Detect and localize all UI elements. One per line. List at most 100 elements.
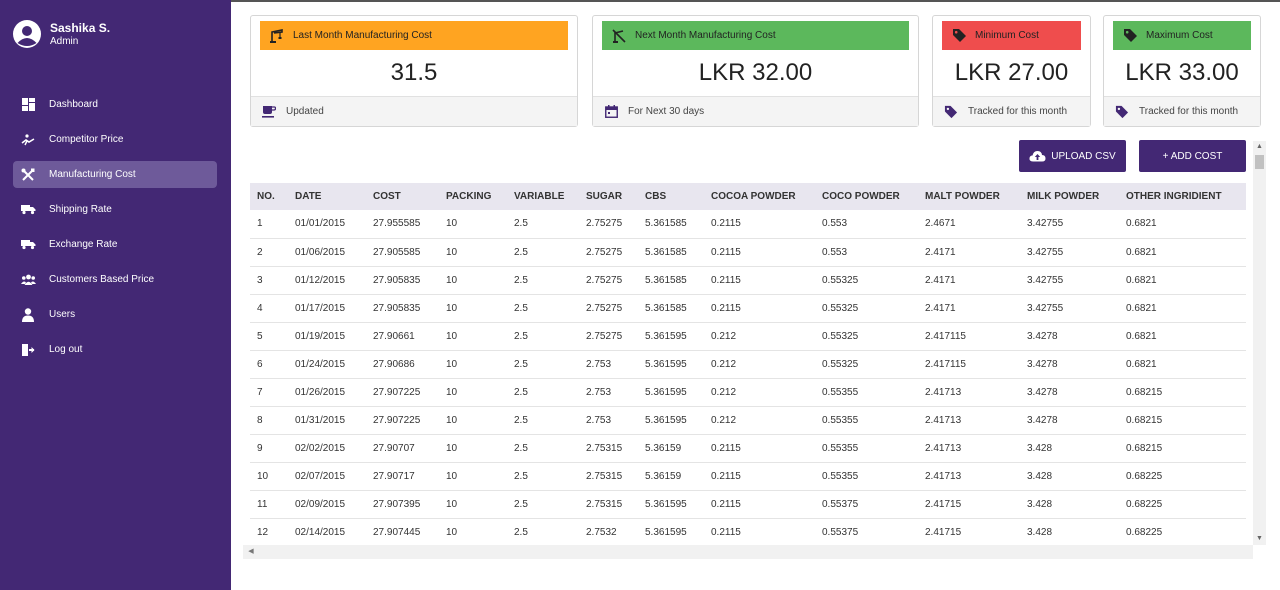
table-cell: 27.907395: [366, 490, 439, 519]
column-header[interactable]: COCOA POWDER: [704, 183, 815, 210]
column-header[interactable]: NO.: [250, 183, 288, 210]
table-cell: 27.90686: [366, 350, 439, 379]
table-row[interactable]: 12 02/14/2015 27.907445 10 2.5 2.7532 5.361595…: [250, 518, 1246, 545]
card-title: Minimum Cost: [975, 30, 1039, 41]
table-cell: 4: [250, 294, 288, 323]
sidebar-item-manufacturing-cost[interactable]: Manufacturing Cost: [13, 161, 217, 188]
table-cell: 27.905585: [366, 238, 439, 267]
table-cell: 10: [439, 378, 507, 407]
table-cell: 1: [250, 210, 288, 239]
table-cell: 0.2115: [704, 238, 815, 267]
table-row[interactable]: 4 01/17/2015 27.905835 10 2.5 2.75275 5.361585…: [250, 294, 1246, 323]
sidebar-item-shipping-rate[interactable]: Shipping Rate: [13, 196, 217, 223]
table-cell: 11: [250, 490, 288, 519]
table-cell: 3.42755: [1020, 238, 1119, 267]
card-header: Last Month Manufacturing Cost: [260, 21, 568, 50]
table-cell: 2.41713: [918, 378, 1020, 407]
cloud-upload-icon: [1029, 150, 1046, 162]
column-header[interactable]: COST: [366, 183, 439, 210]
table-cell: 2.5: [507, 462, 579, 491]
sidebar-item-dashboard[interactable]: Dashboard: [13, 91, 217, 118]
column-header[interactable]: DATE: [288, 183, 366, 210]
sidebar-item-label: Competitor Price: [49, 134, 124, 145]
add-cost-button[interactable]: + ADD COST: [1139, 140, 1246, 172]
user-role: Admin: [50, 35, 79, 47]
card-footer: Tracked for this month: [933, 96, 1090, 126]
card-next-month-cost: Next Month Manufacturing Cost LKR 32.00 …: [592, 15, 919, 127]
table-cell: 27.905835: [366, 294, 439, 323]
sidebar-item-label: Exchange Rate: [49, 239, 118, 250]
table-cell: 0.55325: [815, 266, 918, 295]
table-cell: 0.6821: [1119, 322, 1246, 351]
table-cell: 10: [439, 518, 507, 545]
sidebar-item-logout[interactable]: Log out: [13, 336, 217, 363]
avatar: [13, 20, 41, 48]
cost-table-container[interactable]: NO. DATE COST PACKING VARIABLE SUGAR CBS COCOA …: [250, 183, 1246, 545]
column-header[interactable]: VARIABLE: [507, 183, 579, 210]
scroll-down-arrow[interactable]: ▼: [1253, 533, 1266, 545]
table-cell: 5.361595: [638, 490, 704, 519]
table-cell: 10: [439, 406, 507, 435]
table-row[interactable]: 3 01/12/2015 27.905835 10 2.5 2.75275 5.361585…: [250, 266, 1246, 295]
sidebar-item-customers-based-price[interactable]: Customers Based Price: [13, 266, 217, 293]
table-cell: 3.42755: [1020, 266, 1119, 295]
card-value: LKR 33.00: [1125, 59, 1239, 86]
table-cell: 0.212: [704, 406, 815, 435]
card-footer-text: Tracked for this month: [968, 106, 1068, 117]
card-title: Last Month Manufacturing Cost: [293, 30, 432, 41]
scrollbar-thumb[interactable]: [1255, 155, 1264, 169]
runner-icon: [20, 132, 36, 148]
table-cell: 2.5: [507, 490, 579, 519]
table-cell: 01/06/2015: [288, 238, 366, 267]
table-cell: 3.42755: [1020, 210, 1119, 239]
table-cell: 01/26/2015: [288, 378, 366, 407]
table-cell: 9: [250, 434, 288, 463]
table-row[interactable]: 8 01/31/2015 27.907225 10 2.5 2.753 5.361595 0.…: [250, 406, 1246, 435]
table-cell: 5.361585: [638, 266, 704, 295]
column-header[interactable]: MALT POWDER: [918, 183, 1020, 210]
table-row[interactable]: 7 01/26/2015 27.907225 10 2.5 2.753 5.361595 0.…: [250, 378, 1246, 407]
table-row[interactable]: 11 02/09/2015 27.907395 10 2.5 2.75315 5.36159…: [250, 490, 1246, 519]
sidebar-item-competitor-price[interactable]: Competitor Price: [13, 126, 217, 153]
scroll-up-arrow[interactable]: ▲: [1253, 141, 1266, 153]
column-header[interactable]: CBS: [638, 183, 704, 210]
card-footer-text: For Next 30 days: [628, 106, 705, 117]
table-cell: 2.4171: [918, 294, 1020, 323]
column-header[interactable]: COCO POWDER: [815, 183, 918, 210]
scroll-left-arrow[interactable]: ◀: [245, 545, 257, 559]
table-cell: 10: [439, 294, 507, 323]
column-header[interactable]: PACKING: [439, 183, 507, 210]
card-value: LKR 27.00: [954, 59, 1069, 86]
table-cell: 0.55375: [815, 490, 918, 519]
add-cost-label: + ADD COST: [1162, 150, 1223, 162]
user-profile[interactable]: Sashika S. Admin: [13, 20, 110, 48]
user-name: Sashika S.: [50, 20, 111, 35]
table-row[interactable]: 2 01/06/2015 27.905585 10 2.5 2.75275 5.361585…: [250, 238, 1246, 267]
table-cell: 2.75275: [579, 266, 638, 295]
sidebar-item-exchange-rate[interactable]: Exchange Rate: [13, 231, 217, 258]
table-row[interactable]: 1 01/01/2015 27.955585 10 2.5 2.75275 5.361585…: [250, 210, 1246, 239]
table-cell: 10: [439, 462, 507, 491]
vertical-scrollbar[interactable]: ▲ ▼: [1253, 141, 1266, 545]
table-row[interactable]: 9 02/02/2015 27.90707 10 2.5 2.75315 5.36159 0.…: [250, 434, 1246, 463]
sidebar-item-users[interactable]: Users: [13, 301, 217, 328]
table-cell: 5.361585: [638, 238, 704, 267]
table-row[interactable]: 6 01/24/2015 27.90686 10 2.5 2.753 5.361595 0.2…: [250, 350, 1246, 379]
column-header[interactable]: SUGAR: [579, 183, 638, 210]
table-cell: 2.4671: [918, 210, 1020, 239]
card-footer: For Next 30 days: [593, 96, 918, 126]
upload-csv-button[interactable]: UPLOAD CSV: [1019, 140, 1126, 172]
column-header[interactable]: OTHER INGRIDIENT: [1119, 183, 1246, 210]
table-row[interactable]: 5 01/19/2015 27.90661 10 2.5 2.75275 5.361595 0…: [250, 322, 1246, 351]
table-cell: 5.36159: [638, 462, 704, 491]
table-cell: 10: [439, 350, 507, 379]
table-cell: 0.55355: [815, 462, 918, 491]
table-cell: 01/12/2015: [288, 266, 366, 295]
horizontal-scrollbar[interactable]: ◀: [243, 545, 1253, 559]
table-row[interactable]: 10 02/07/2015 27.90717 10 2.5 2.75315 5.36159 0…: [250, 462, 1246, 491]
table-cell: 01/31/2015: [288, 406, 366, 435]
table-cell: 2.5: [507, 238, 579, 267]
column-header[interactable]: MILK POWDER: [1020, 183, 1119, 210]
table-cell: 0.68215: [1119, 406, 1246, 435]
truck-icon: [20, 237, 36, 253]
